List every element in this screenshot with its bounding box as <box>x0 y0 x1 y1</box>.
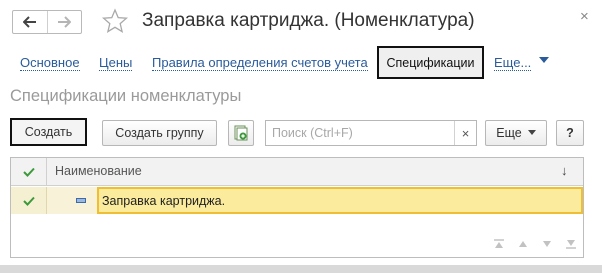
create-button[interactable]: Создать <box>10 118 87 146</box>
search-input[interactable]: Поиск (Ctrl+F) <box>272 126 353 140</box>
row-name-cell[interactable]: Заправка картриджа. <box>97 187 583 214</box>
list-toolbar: Создать Создать группу Поиск (Ctrl+F) × … <box>0 116 602 150</box>
arrow-left-icon <box>22 16 36 28</box>
list-scroll-controls <box>487 234 583 254</box>
page-title: Заправка картриджа. (Номенклатура) <box>142 10 475 31</box>
help-button[interactable]: ? <box>556 120 584 146</box>
scroll-down-icon <box>543 241 551 247</box>
tab-bar: Основное Цены Правила определения счетов… <box>0 46 602 80</box>
row-type-cell <box>47 187 97 214</box>
scroll-up-button[interactable] <box>511 234 535 254</box>
bottom-divider <box>0 265 602 273</box>
tab-prices[interactable]: Цены <box>99 55 133 71</box>
chevron-down-icon <box>527 130 536 135</box>
checkmark-icon <box>22 196 35 206</box>
tab-more[interactable]: Еще... <box>494 55 532 71</box>
tab-specifications[interactable]: Спецификации <box>377 46 484 79</box>
item-element-icon <box>76 198 86 203</box>
more-button[interactable]: Еще <box>485 120 547 146</box>
row-checkmark-cell <box>11 187 47 214</box>
star-outline-icon[interactable] <box>102 8 128 34</box>
sort-arrow-icon[interactable]: ↓ <box>561 163 568 178</box>
scroll-top-icon <box>494 239 504 248</box>
window-header: Заправка картриджа. (Номенклатура) × <box>0 0 602 46</box>
scroll-up-icon <box>519 241 527 247</box>
copy-document-icon <box>234 125 248 141</box>
back-button[interactable] <box>13 11 47 33</box>
copy-button[interactable] <box>228 120 254 146</box>
forward-button[interactable] <box>46 11 81 33</box>
chevron-down-icon[interactable] <box>539 56 549 64</box>
scroll-bottom-icon <box>566 240 576 249</box>
tab-main[interactable]: Основное <box>20 55 80 71</box>
checkmark-icon <box>22 167 35 177</box>
scroll-down-button[interactable] <box>535 234 559 254</box>
column-header-name[interactable]: Наименование <box>55 164 142 178</box>
scroll-to-bottom-button[interactable] <box>559 234 583 254</box>
tab-account-rules[interactable]: Правила определения счетов учета <box>152 55 368 71</box>
create-group-button[interactable]: Создать группу <box>102 120 217 146</box>
more-button-label: Еще <box>496 126 522 140</box>
close-icon[interactable]: × <box>580 8 589 25</box>
search-field[interactable]: Поиск (Ctrl+F) × <box>265 120 477 146</box>
arrow-right-icon <box>58 16 72 28</box>
navigation-buttons <box>12 10 82 34</box>
checkmark-column-header[interactable] <box>11 158 47 186</box>
section-title: Спецификации номенклатуры <box>10 87 242 105</box>
clear-icon[interactable]: × <box>454 121 476 145</box>
scroll-to-top-button[interactable] <box>487 234 511 254</box>
table-header: Наименование ↓ <box>11 158 583 186</box>
table-row[interactable]: Заправка картриджа. <box>11 187 583 214</box>
